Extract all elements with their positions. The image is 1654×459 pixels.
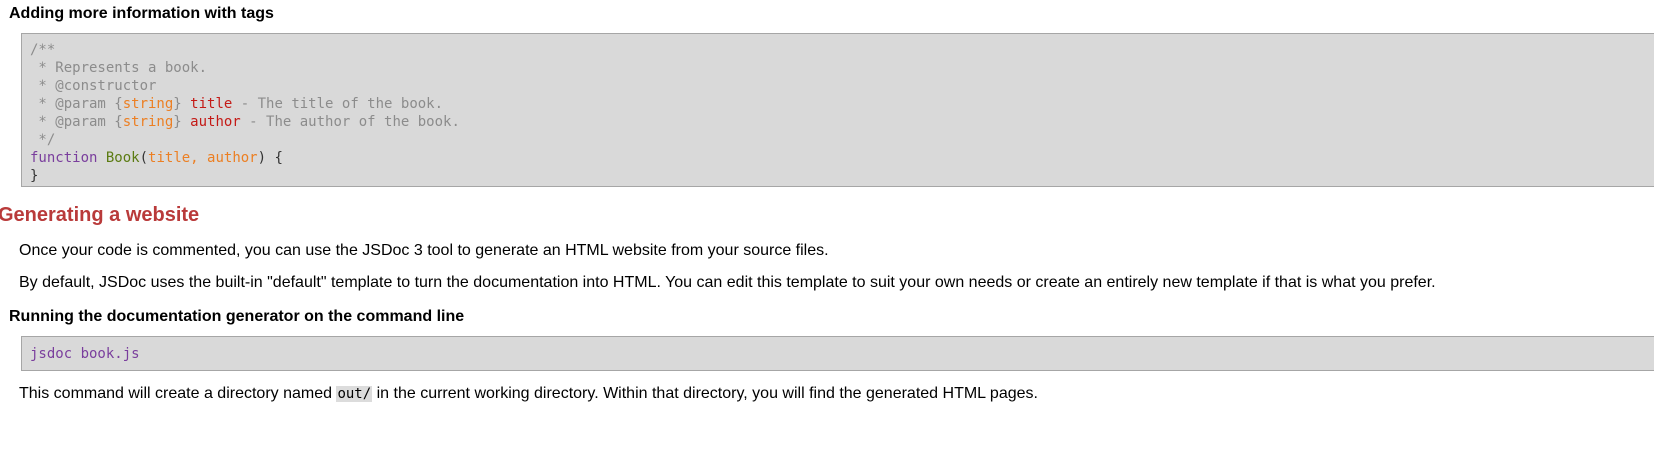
code-line: function Book(title, author) { [30, 149, 1654, 167]
code-keyword: function [30, 150, 98, 166]
code-line: * @param {string} author - The author of… [30, 113, 1654, 131]
code-comment: * @constructor [30, 78, 157, 94]
code-line: * Represents a book. [30, 59, 1654, 77]
code-comment: * @param { [30, 96, 123, 112]
code-punctuation: ) { [257, 150, 283, 166]
code-comment: - The title of the book. [232, 96, 444, 112]
code-comment: * Represents a book. [30, 60, 208, 76]
code-line: jsdoc book.js [30, 345, 1654, 363]
paragraph-default-template: By default, JSDoc uses the built-in "def… [19, 274, 1436, 291]
section-heading-command-line: Running the documentation generator on t… [9, 308, 465, 325]
code-params: title, author [148, 150, 258, 166]
code-comment: /** [30, 42, 56, 58]
inline-code-out: out/ [336, 386, 373, 402]
code-line: * @param {string} title - The title of t… [30, 95, 1654, 113]
code-param-name: author [190, 114, 241, 130]
paragraph-text: in the current working directory. Within… [372, 385, 1038, 402]
code-param-name: title [190, 96, 233, 112]
code-block-command: jsdoc book.js [21, 336, 1654, 371]
code-line: } [30, 167, 1654, 185]
code-punctuation: } [30, 168, 39, 184]
command-text: jsdoc book.js [30, 346, 140, 362]
code-comment: * @param { [30, 114, 123, 130]
code-function-name: Book [105, 150, 140, 166]
code-comment: } [173, 114, 191, 130]
code-block-jsdoc-example: /** * Represents a book. * @constructor … [21, 33, 1654, 187]
code-comment: } [173, 96, 191, 112]
code-line: */ [30, 131, 1654, 149]
paragraph-intro: Once your code is commented, you can use… [19, 242, 829, 259]
section-heading-website: Generating a website [0, 204, 200, 226]
code-type: string [122, 96, 174, 112]
code-punctuation: ( [139, 150, 149, 166]
code-comment: - The author of the book. [240, 114, 460, 130]
paragraph-output: This command will create a directory nam… [19, 385, 1038, 403]
code-line: /** [30, 41, 1654, 59]
code-comment: */ [30, 132, 56, 148]
documentation-page: Adding more information with tags /** * … [0, 0, 1654, 459]
code-line: * @constructor [30, 77, 1654, 95]
code-type: string [122, 114, 174, 130]
paragraph-text: This command will create a directory nam… [19, 385, 337, 402]
section-heading-tags: Adding more information with tags [9, 5, 274, 22]
